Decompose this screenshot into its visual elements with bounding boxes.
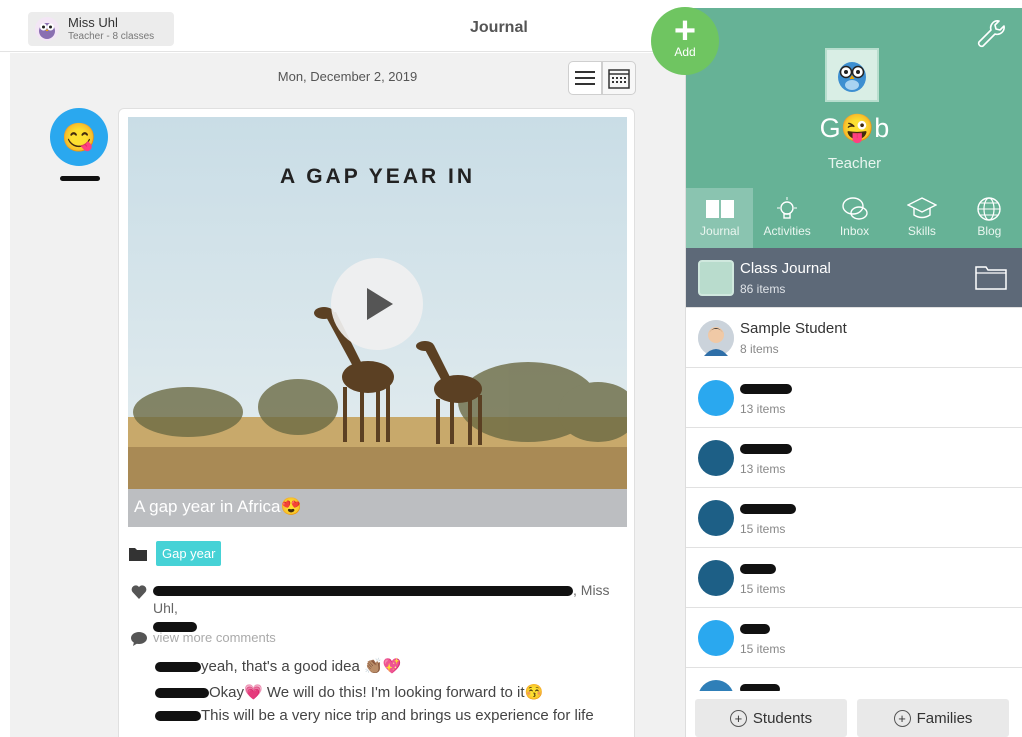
add-families-button[interactable]: + Families <box>857 699 1009 737</box>
book-icon <box>705 200 734 218</box>
page-title: Journal <box>470 19 528 36</box>
student-row[interactable]: 15 items <box>686 608 1022 668</box>
commenter-redacted <box>155 688 209 699</box>
comment-text: This will be a very nice trip and brings… <box>201 707 594 724</box>
student-avatar <box>698 320 734 356</box>
add-families-label: Families <box>916 709 973 727</box>
view-toggle <box>568 61 636 95</box>
likes-list: , Miss Uhl, <box>153 581 623 635</box>
student-count: 13 items <box>740 462 786 476</box>
student-name: Sample Student <box>740 320 847 337</box>
plus-circle-icon: + <box>729 709 747 727</box>
account-switcher[interactable]: Miss Uhl Teacher - 8 classes <box>28 12 174 46</box>
owl-avatar-icon <box>35 17 59 41</box>
student-avatar-icon <box>698 320 734 356</box>
student-name-redacted <box>740 620 770 637</box>
student-count: 15 items <box>740 642 786 656</box>
calendar-icon <box>608 69 630 89</box>
student-count: 8 items <box>740 342 779 356</box>
owl-icon <box>838 62 866 92</box>
play-icon[interactable] <box>331 258 423 350</box>
comment: Okay💗 We will do this! I'm looking forwa… <box>155 683 543 701</box>
student-avatar <box>698 620 734 656</box>
student-avatar <box>698 380 734 416</box>
lightbulb-icon <box>777 197 798 219</box>
heart-icon[interactable] <box>131 585 147 599</box>
video-player[interactable]: A GAP YEAR IN <box>128 117 627 527</box>
journal-post: A GAP YEAR IN A gap year in Africa😍 Gap … <box>118 108 635 737</box>
folder-icon <box>129 547 147 561</box>
student-avatar <box>698 440 734 476</box>
tab-label: Skills <box>907 224 936 238</box>
author-avatar[interactable]: 😋 <box>50 108 108 166</box>
class-journal-name: Class Journal <box>740 260 831 277</box>
tab-inbox[interactable]: Inbox <box>821 188 888 248</box>
folder-tag[interactable]: Gap year <box>156 541 222 566</box>
comment-icon <box>131 632 147 646</box>
student-name-redacted <box>740 560 776 577</box>
video-title-text: A GAP YEAR IN <box>280 165 475 188</box>
add-button[interactable]: + Add <box>651 7 719 75</box>
student-avatar <box>698 500 734 536</box>
commenter-redacted <box>155 662 201 673</box>
comment: yeah, that's a good idea 👏🏽💖 <box>155 657 401 675</box>
list-view-button[interactable] <box>568 61 602 95</box>
comment-text: yeah, that's a good idea 👏🏽💖 <box>201 658 402 675</box>
tab-label: Inbox <box>839 224 870 238</box>
post-caption: A gap year in Africa😍 <box>128 489 627 527</box>
chat-icon <box>841 197 868 220</box>
student-row[interactable]: 15 items <box>686 548 1022 608</box>
tab-activities[interactable]: Activities <box>753 188 820 248</box>
panel-tabs: Journal Activities Inbox Skills Blog <box>686 188 1022 248</box>
class-panel: G😜b Teacher Journal Activities Inbox Ski… <box>685 8 1022 737</box>
folder-icon[interactable] <box>975 264 1007 290</box>
top-bar: Miss Uhl Teacher - 8 classes Journal <box>0 0 685 52</box>
class-name: G😜b <box>819 113 890 143</box>
folder-row: Gap year <box>129 541 222 566</box>
account-name: Miss Uhl <box>68 14 118 30</box>
student-row[interactable]: 13 items <box>686 428 1022 488</box>
student-name-redacted <box>740 500 796 517</box>
class-journal-avatar <box>698 260 734 296</box>
graduation-cap-icon <box>906 197 937 219</box>
wrench-icon[interactable] <box>975 18 1005 48</box>
tab-skills[interactable]: Skills <box>888 188 955 248</box>
comment: This will be a very nice trip and brings… <box>155 707 594 724</box>
comment-text: Okay💗 We will do this! I'm looking forwa… <box>209 684 544 701</box>
app: Miss Uhl Teacher - 8 classes Journal Mon… <box>0 0 1022 737</box>
tab-blog[interactable]: Blog <box>956 188 1022 248</box>
view-more-comments-link[interactable]: view more comments <box>153 630 276 645</box>
calendar-view-button[interactable] <box>602 61 636 95</box>
student-row[interactable]: 15 items <box>686 488 1022 548</box>
commenter-redacted <box>155 711 201 722</box>
class-header: G😜b Teacher Journal Activities Inbox Ski… <box>686 8 1022 248</box>
tab-label: Activities <box>763 224 811 238</box>
tab-label: Blog <box>977 224 1002 238</box>
student-row[interactable]: Sample Student 8 items <box>686 308 1022 368</box>
account-subtitle: Teacher - 8 classes <box>68 30 155 42</box>
tab-label: Journal <box>700 224 740 238</box>
add-button-label: Add <box>674 45 696 59</box>
add-students-button[interactable]: + Students <box>695 699 847 737</box>
tab-journal[interactable]: Journal <box>686 188 754 248</box>
student-row[interactable]: 13 items <box>686 368 1022 428</box>
journal-feed[interactable]: Mon, December 2, 2019 😋 A GAP YEAR IN A … <box>10 53 685 737</box>
class-journal-row[interactable]: Class Journal 86 items <box>686 248 1022 308</box>
student-count: 15 items <box>740 522 786 536</box>
class-journal-count: 86 items <box>740 282 786 296</box>
author-name-redacted <box>60 176 100 181</box>
globe-icon <box>977 197 1002 221</box>
likes-redacted <box>153 586 573 597</box>
student-count: 13 items <box>740 402 786 416</box>
plus-circle-icon: + <box>893 709 911 727</box>
list-icon <box>575 71 595 85</box>
student-count: 15 items <box>740 582 786 596</box>
add-students-label: Students <box>752 709 813 727</box>
class-role: Teacher <box>827 155 882 172</box>
student-name-redacted <box>740 380 792 397</box>
panel-bottom-bar: + Students + Families <box>686 691 1022 737</box>
class-avatar[interactable] <box>825 48 879 102</box>
student-name-redacted <box>740 440 792 457</box>
student-avatar <box>698 560 734 596</box>
